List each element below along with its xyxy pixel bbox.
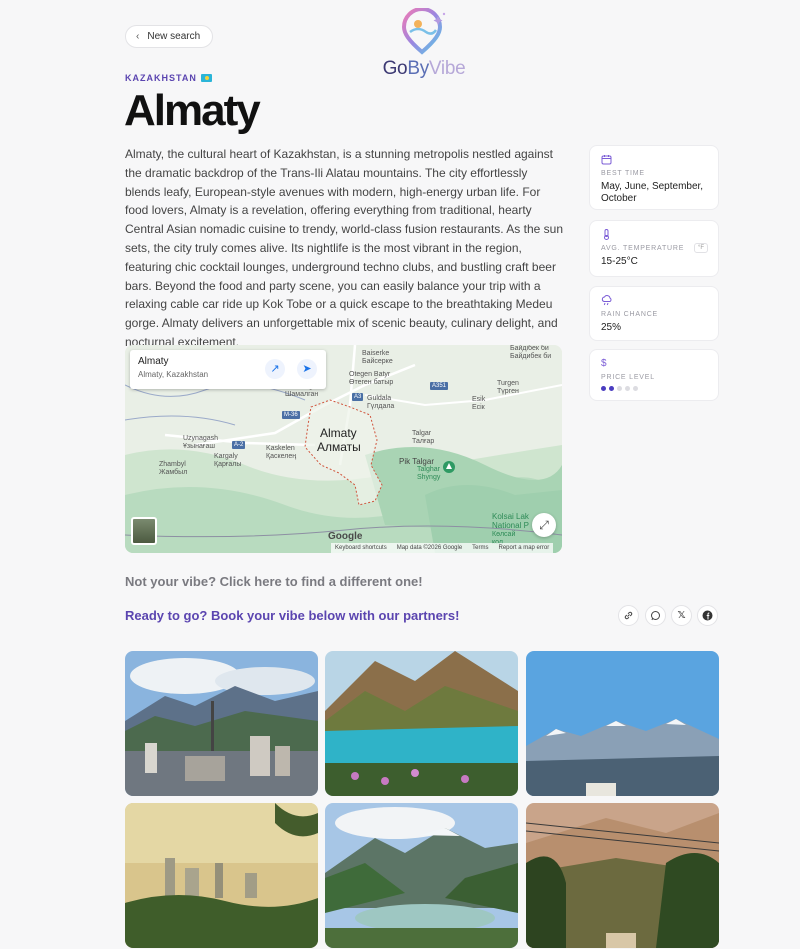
map-label: Kargaly [214,453,238,460]
map-label: Байдибек би [510,353,552,360]
destination-description: Almaty, the cultural heart of Kazakhstan… [125,147,563,349]
mountain-lake-photo [325,651,518,796]
new-search-button[interactable]: ‹ New search [125,25,214,48]
map-label: Түрген [497,388,519,395]
price-level-label: PRICE LEVEL [601,374,655,381]
page-title: Almaty [124,86,261,135]
avg-temperature-value: 15-25°C [601,256,638,267]
map-label: Pik Talgar [399,457,434,466]
kazakhstan-flag-icon [200,74,212,82]
destination-photo[interactable] [526,651,719,796]
new-search-label: New search [147,31,201,42]
thermometer-icon [601,229,707,242]
road-shield: M-36 [282,411,300,419]
best-time-label: BEST TIME [601,170,645,177]
rain-chance-card: RAIN CHANCE 25% [589,286,719,341]
dollar-icon: $ [601,358,607,369]
road-shield: A351 [430,382,449,390]
country-label: KAZAKHSTAN [125,73,212,83]
map-label: Kaskelen [266,445,295,452]
report-error-link[interactable]: Report a map error [499,543,550,553]
book-partners-heading: Ready to go? Book your vibe below with o… [125,608,460,623]
destination-photo[interactable] [325,803,518,948]
rain-chance-label: RAIN CHANCE [601,311,659,318]
map-label: Ұзынағаш [183,443,215,450]
temperature-unit-toggle[interactable]: °F [694,243,708,253]
rain-chance-value: 25% [601,322,622,333]
logo-text: GoByVibe [382,58,466,79]
map-label: Қаскелең [266,453,297,460]
whatsapp-icon[interactable] [645,605,666,626]
logo[interactable]: GoByVibe [378,7,470,80]
map-label: Байсерке [362,358,393,365]
map-label: Kolsai Lak [492,512,529,521]
map-label: Көлсай [492,531,516,538]
map-label: National P [492,521,529,530]
map-city-label-local: Алматы [317,440,361,454]
destination-photo[interactable] [325,651,518,796]
road-shield: A3 [352,393,364,401]
city-haze-photo [125,803,318,948]
satellite-toggle[interactable] [131,517,157,545]
map-label: Жамбыл [159,469,188,476]
price-dot [601,386,606,391]
map-label: Uzynagash [183,435,219,442]
price-level-dots [601,386,707,391]
map-embed[interactable]: Baiserke Байсерке Байдібек би Байдибек б… [125,345,562,553]
map-label: Baiserke [362,350,390,357]
cable-car-photo [526,803,719,948]
map-label: Қарғалы [214,461,242,468]
city-skyline-photo [125,651,318,796]
road-shield: A-2 [232,441,246,449]
map-label: Байдібек би [510,345,549,352]
map-place-card: Almaty Almaty, Kazakhstan ↗ ➤ [130,350,326,389]
cloud-rain-icon [601,295,707,308]
facebook-icon[interactable] [697,605,718,626]
map-label: Талғар [412,438,435,445]
calendar-icon [601,154,707,167]
link-icon[interactable] [618,605,639,626]
map-label: Guldala [367,395,392,402]
map-city-label: Almaty [320,426,357,440]
snowy-peaks-photo [526,651,719,796]
map-place-name: Almaty [138,356,169,367]
directions-icon[interactable]: ➤ [297,359,317,379]
map-label: Talghar [417,466,440,473]
destination-photo[interactable] [125,803,318,948]
best-time-card: BEST TIME May, June, September, October [589,145,719,210]
chevron-left-icon: ‹ [136,31,140,42]
map-label: Turgen [497,380,519,387]
map-label: Talgar [412,430,432,437]
fullscreen-icon[interactable]: ⤢ [532,513,556,537]
price-level-card: $ PRICE LEVEL [589,349,719,401]
destination-photo[interactable] [526,803,719,948]
map-footer: Keyboard shortcuts Map data ©2026 Google… [331,543,554,553]
price-dot [625,386,630,391]
avg-temperature-label: AVG. TEMPERATURE [601,245,685,252]
map-label: Esik [472,396,486,403]
map-place-address: Almaty, Kazakhstan [138,370,209,379]
map-label: Otegen Batyr [349,371,391,378]
keyboard-shortcuts-link[interactable]: Keyboard shortcuts [335,543,387,553]
map-data-label: Map data ©2026 Google [396,545,463,551]
price-dot [609,386,614,391]
map-label: Shyngy [417,474,441,481]
open-external-icon[interactable]: ↗ [265,359,285,379]
map-label: Шамалган [285,391,319,398]
google-logo: Google [328,531,363,542]
map-label: Zhambyl [159,461,186,468]
destination-photo[interactable] [125,651,318,796]
avg-temperature-card: AVG. TEMPERATURE 15-25°C °F [589,220,719,277]
best-time-value: May, June, September, October [601,181,704,204]
terms-link[interactable]: Terms [472,543,488,553]
alpine-lake-photo [325,803,518,948]
map-label: Есік [472,404,485,411]
map-pin-logo-icon [401,7,446,55]
x-icon[interactable]: 𝕏 [671,605,692,626]
map-label: Өтеген батыр [349,379,394,386]
map-label: Гүлдала [367,403,395,410]
price-dot [633,386,638,391]
price-dot [617,386,622,391]
find-different-vibe-link[interactable]: Not your vibe? Click here to find a diff… [125,574,423,589]
